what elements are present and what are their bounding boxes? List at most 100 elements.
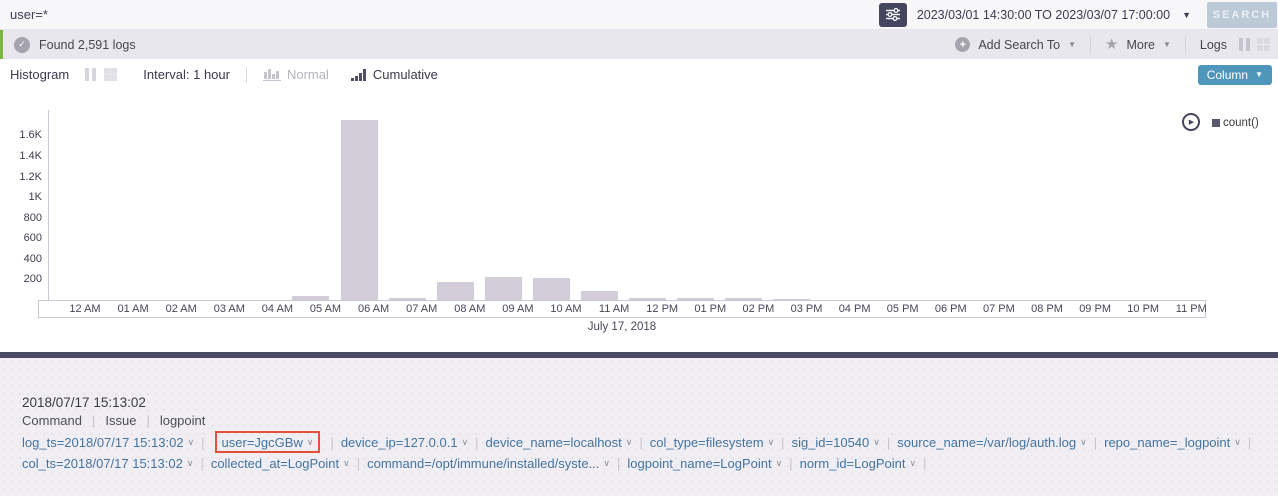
- histogram-bar[interactable]: [341, 120, 378, 300]
- y-tick-label: 200: [0, 273, 42, 285]
- x-tick-label: 05 PM: [881, 303, 925, 315]
- search-button[interactable]: SEARCH: [1207, 2, 1277, 28]
- x-tick-label: 07 PM: [977, 303, 1021, 315]
- more-caret-icon[interactable]: ▼: [1163, 40, 1171, 49]
- log-field[interactable]: col_type=filesystem: [650, 435, 764, 450]
- log-field[interactable]: user=JgcGBw: [222, 435, 303, 450]
- chevron-down-icon[interactable]: ∨: [343, 458, 350, 469]
- log-detail-panel: 2018/07/17 15:13:02 Command | Issue | logpoi…: [0, 358, 1278, 496]
- fields-row-1: log_ts=2018/07/17 15:13:02 ∨ | user=JgcGBw ∨…: [22, 431, 1258, 453]
- y-tick-label: 800: [0, 212, 42, 224]
- field-separator: |: [789, 456, 792, 471]
- column-caret-icon: ▼: [1255, 70, 1263, 79]
- x-tick-label: 11 PM: [1169, 303, 1213, 315]
- log-field[interactable]: norm_id=LogPoint: [800, 456, 906, 471]
- log-field[interactable]: repo_name=_logpoint: [1104, 435, 1230, 450]
- chevron-down-icon[interactable]: ∨: [187, 458, 194, 469]
- x-tick-label: 12 PM: [640, 303, 684, 315]
- x-tick-label: 03 AM: [207, 303, 251, 315]
- log-field[interactable]: device_name=localhost: [486, 435, 622, 450]
- x-tick-label: 01 AM: [111, 303, 155, 315]
- chevron-down-icon[interactable]: ∨: [307, 437, 314, 448]
- x-tick-label: 10 AM: [544, 303, 588, 315]
- search-query-input[interactable]: [0, 7, 879, 22]
- plot-area: [38, 90, 1206, 300]
- y-tick-label: 1.6K: [0, 129, 42, 141]
- chevron-down-icon[interactable]: ∨: [776, 458, 783, 469]
- y-tick-label: 1.2K: [0, 171, 42, 183]
- more-button[interactable]: More: [1126, 38, 1154, 52]
- chevron-down-icon[interactable]: ∨: [1234, 437, 1241, 448]
- log-field[interactable]: collected_at=LogPoint: [211, 456, 339, 471]
- separator: [246, 67, 247, 83]
- log-field[interactable]: logpoint_name=LogPoint: [627, 456, 771, 471]
- log-field[interactable]: col_ts=2018/07/17 15:13:02: [22, 456, 183, 471]
- log-timestamp: 2018/07/17 15:13:02: [22, 395, 146, 410]
- log-field[interactable]: command=/opt/immune/installed/syste...: [367, 456, 599, 471]
- y-tick-label: 1K: [0, 191, 42, 203]
- log-field[interactable]: device_ip=127.0.0.1: [341, 435, 458, 450]
- log-field[interactable]: source_name=/var/log/auth.log: [897, 435, 1076, 450]
- column-type-dropdown[interactable]: Column▼: [1198, 65, 1272, 85]
- log-tab-logpoint[interactable]: logpoint: [160, 413, 206, 428]
- chevron-down-icon[interactable]: ∨: [1080, 437, 1087, 448]
- x-axis-strip: 12 AM01 AM02 AM03 AM04 AM05 AM06 AM07 AM…: [38, 300, 1206, 318]
- histogram-bar[interactable]: [437, 282, 474, 300]
- x-tick-label: 02 PM: [736, 303, 780, 315]
- chart-legend: count(): [1212, 117, 1259, 129]
- play-button[interactable]: ▶: [1182, 113, 1200, 131]
- tab-separator: |: [146, 413, 149, 428]
- grid-view-icon[interactable]: [1257, 38, 1270, 51]
- x-tick-label: 10 PM: [1121, 303, 1165, 315]
- histogram-bar[interactable]: [581, 291, 618, 300]
- chevron-down-icon[interactable]: ∨: [188, 437, 195, 448]
- field-separator: |: [617, 456, 620, 471]
- chevron-down-icon[interactable]: ∨: [462, 437, 469, 448]
- normal-mode-button[interactable]: Normal: [263, 67, 329, 82]
- logs-view-label: Logs: [1200, 38, 1227, 52]
- histogram-chart: 12 AM01 AM02 AM03 AM04 AM05 AM06 AM07 AM…: [0, 90, 1278, 352]
- interval-label: Interval: 1 hour: [143, 67, 230, 82]
- x-tick-label: 04 PM: [833, 303, 877, 315]
- x-tick-label: 09 AM: [496, 303, 540, 315]
- star-icon[interactable]: ★: [1105, 37, 1118, 52]
- histogram-bar[interactable]: [533, 278, 570, 300]
- histogram-toolbar: Histogram Interval: 1 hour Normal Cumula…: [0, 59, 1278, 90]
- time-range-picker[interactable]: 2023/03/01 14:30:00 TO 2023/03/07 17:00:…: [917, 8, 1170, 22]
- time-range-caret-icon[interactable]: ▼: [1182, 10, 1191, 20]
- list-view-icon[interactable]: [1239, 38, 1250, 51]
- field-separator: |: [475, 435, 478, 450]
- add-circle-icon[interactable]: +: [955, 37, 970, 52]
- field-separator: |: [330, 435, 333, 450]
- add-search-to-caret-icon[interactable]: ▼: [1068, 40, 1076, 49]
- separator: [1090, 36, 1091, 53]
- log-tab-issue[interactable]: Issue: [105, 413, 136, 428]
- highlight-box: user=JgcGBw ∨: [215, 431, 321, 453]
- y-tick-label: 600: [0, 232, 42, 244]
- log-tab-command[interactable]: Command: [22, 413, 82, 428]
- filter-settings-button[interactable]: [879, 3, 907, 27]
- chevron-down-icon[interactable]: ∨: [768, 437, 775, 448]
- status-bar: ✓ Found 2,591 logs + Add Search To ▼ ★ M…: [0, 30, 1278, 59]
- field-separator: |: [201, 435, 204, 450]
- log-field[interactable]: sig_id=10540: [792, 435, 870, 450]
- field-separator: |: [887, 435, 890, 450]
- x-tick-label: 08 PM: [1025, 303, 1069, 315]
- field-separator: |: [200, 456, 203, 471]
- histogram-bar[interactable]: [485, 277, 522, 300]
- separator: [1185, 36, 1186, 53]
- legend-swatch: [1212, 119, 1220, 127]
- histogram-bars-view-icon[interactable]: [85, 68, 96, 81]
- histogram-grid-view-icon[interactable]: [104, 68, 117, 81]
- chevron-down-icon[interactable]: ∨: [603, 458, 610, 469]
- x-tick-label: 07 AM: [400, 303, 444, 315]
- x-tick-label: 03 PM: [785, 303, 829, 315]
- chevron-down-icon[interactable]: ∨: [626, 437, 633, 448]
- x-axis-date-label: July 17, 2018: [38, 321, 1206, 333]
- add-search-to-button[interactable]: Add Search To: [978, 38, 1060, 52]
- legend-label: count(): [1223, 117, 1259, 129]
- chevron-down-icon[interactable]: ∨: [909, 458, 916, 469]
- cumulative-mode-button[interactable]: Cumulative: [351, 67, 438, 82]
- log-field[interactable]: log_ts=2018/07/17 15:13:02: [22, 435, 184, 450]
- chevron-down-icon[interactable]: ∨: [873, 437, 880, 448]
